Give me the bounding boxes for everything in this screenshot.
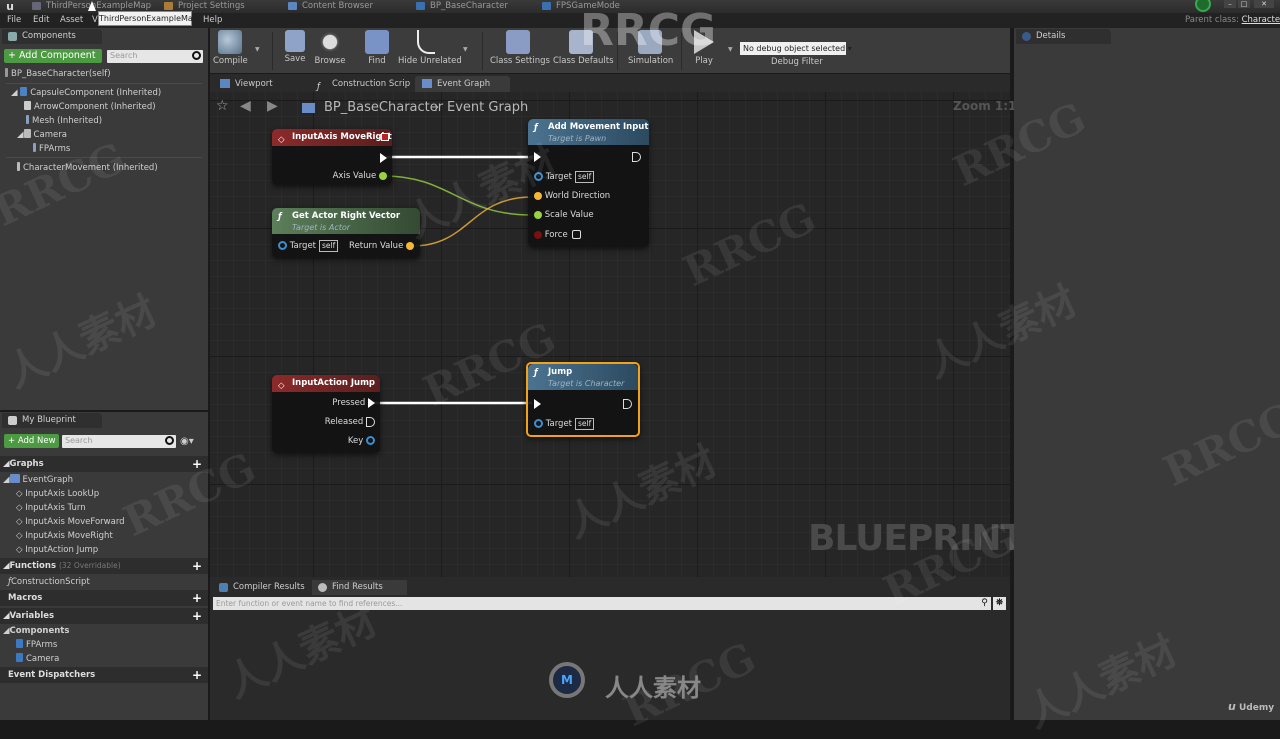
vector-wire [411,196,533,247]
exec-out-pin[interactable] [623,397,632,411]
exec-pin-icon [366,416,375,427]
vector-pin-icon [534,191,542,200]
exec-pin-icon [368,397,375,408]
brand-watermark: 人人素材 [605,674,701,702]
key-pin[interactable]: Key [348,434,375,448]
struct-pin-icon [366,436,375,445]
scale-value-pin[interactable]: Scale Value [534,208,594,222]
exec-pin-icon [632,151,641,162]
force-checkbox[interactable] [571,230,581,239]
info-icon [1022,32,1031,41]
delegate-pin-icon[interactable] [381,133,389,141]
float-pin-icon [379,171,387,180]
exec-in-pin[interactable] [534,397,541,411]
find-references-input[interactable]: Enter function or event name to find ref… [213,597,978,610]
node-get-actor-right-vector[interactable]: ƒ Get Actor Right Vector Target is Actor T… [272,208,420,258]
event-diamond-icon: ◇ [278,135,285,145]
compiler-results-icon [219,583,228,592]
node-header: ƒ Add Movement Input Target is Pawn [528,119,649,145]
exec-out-pin[interactable] [380,151,387,165]
node-inputaction-jump[interactable]: ◇ InputAction Jump Pressed Released Key [272,375,380,453]
object-pin-icon [534,419,543,428]
target-pin[interactable]: Target self [278,239,339,253]
details-panel [1014,28,1280,720]
udemy-logo: u Udemy [1228,700,1275,713]
function-icon: ƒ [534,123,538,133]
vector-pin-icon [406,241,414,250]
brand-logo-icon: M [549,662,585,698]
function-icon: ƒ [278,212,282,222]
exec-pin-icon [534,151,541,162]
exec-in-pin[interactable] [534,150,541,164]
world-direction-pin[interactable]: World Direction [534,189,610,203]
axis-value-pin[interactable]: Axis Value [333,169,387,183]
details-tab[interactable]: Details [1016,29,1111,44]
find-search-icon[interactable]: ⚲ [978,597,991,610]
bool-pin-icon [534,230,542,239]
pressed-pin[interactable]: Pressed [332,396,375,410]
udemy-icon: u [1228,700,1236,713]
force-pin[interactable]: Force [534,228,581,242]
released-pin[interactable]: Released [325,415,375,429]
binoculars-icon[interactable]: ⛯ [993,597,1006,610]
tab-compiler-results[interactable]: Compiler Results [213,580,308,595]
target-pin[interactable]: Target self [534,417,595,431]
node-add-movement-input[interactable]: ƒ Add Movement Input Target is Pawn Target… [528,119,649,247]
node-header: ƒ Get Actor Right Vector Target is Actor [272,208,420,234]
node-header: ◇ InputAction Jump [272,375,380,392]
target-pin[interactable]: Target self [534,170,595,184]
node-inputaxis-moveright[interactable]: ◇ InputAxis MoveRight Axis Value [272,129,392,185]
find-results-icon [318,583,327,592]
exec-pin-icon [534,398,541,409]
exec-pin-icon [380,152,387,163]
event-diamond-icon: ◇ [278,381,285,391]
exec-pin-icon [623,398,632,409]
node-header: ◇ InputAxis MoveRight [272,129,392,146]
float-pin-icon [534,210,542,219]
node-header: ƒ Jump Target is Character [528,364,638,390]
node-jump[interactable]: ƒ Jump Target is Character Target self [526,362,640,437]
function-icon: ƒ [534,368,538,378]
return-value-pin[interactable]: Return Value [349,239,414,253]
exec-out-pin[interactable] [632,150,641,164]
object-pin-icon [278,241,287,250]
tab-find-results[interactable]: Find Results [312,580,407,595]
object-pin-icon [534,172,543,181]
